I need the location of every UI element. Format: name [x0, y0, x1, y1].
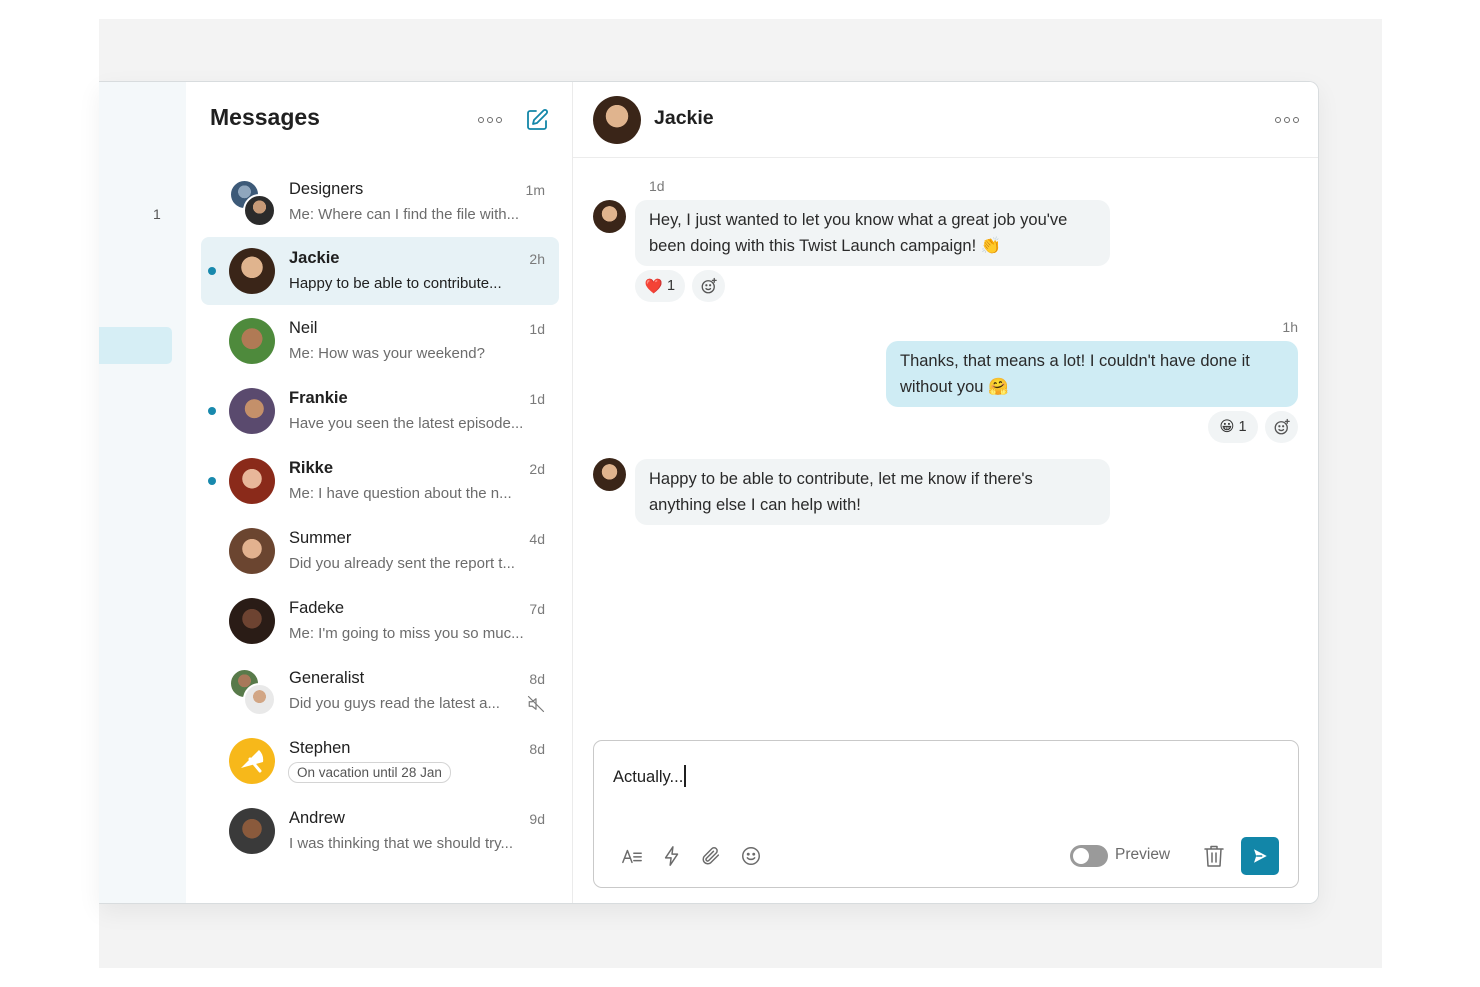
- conversation-preview: Me: How was your weekend?: [289, 345, 485, 362]
- nav-unread-count: 1: [153, 206, 161, 222]
- app-window: 1 Messages Designers 1m Me: Where can I …: [99, 81, 1319, 904]
- preview-label: Preview: [1115, 846, 1171, 863]
- message-composer[interactable]: Actually... Preview: [593, 740, 1299, 888]
- preview-toggle[interactable]: [1070, 845, 1108, 867]
- group-avatar: [229, 179, 277, 227]
- conversation-time: 2d: [529, 461, 545, 477]
- message-bubble: Hey, I just wanted to let you know what …: [635, 200, 1110, 266]
- compose-icon[interactable]: [525, 108, 549, 132]
- message-timestamp: 1h: [1282, 319, 1298, 335]
- lightning-icon[interactable]: [661, 845, 683, 867]
- avatar: [229, 528, 275, 574]
- avatar: [593, 200, 626, 233]
- send-button[interactable]: [1241, 837, 1279, 875]
- conversation-preview: Did you already sent the report t...: [289, 555, 515, 572]
- conversation-item[interactable]: Stephen 8d On vacation until 28 Jan: [201, 727, 559, 795]
- conversation-name: Andrew: [289, 809, 345, 827]
- messages-panel: Messages Designers 1m Me: Where can I fi…: [186, 82, 573, 903]
- send-icon: [1254, 849, 1267, 863]
- conversation-name: Fadeke: [289, 599, 345, 617]
- conversation-item[interactable]: Rikke 2d Me: I have question about the n…: [201, 447, 559, 515]
- conversation-time: 4d: [529, 531, 545, 547]
- conversation-item[interactable]: Generalist 8d Did you guys read the late…: [201, 657, 559, 725]
- conversation-item[interactable]: Andrew 9d I was thinking that we should …: [201, 797, 559, 865]
- composer-input[interactable]: Actually...: [613, 765, 686, 787]
- text-format-icon[interactable]: [621, 845, 643, 867]
- conversation-time: 8d: [529, 671, 545, 687]
- conversation-preview: Me: Where can I find the file with...: [289, 206, 520, 223]
- chat-header: Jackie: [573, 82, 1318, 158]
- more-options-button[interactable]: [478, 117, 502, 123]
- conversation-preview: Me: I have question about the n...: [289, 485, 512, 502]
- avatar: [229, 458, 275, 504]
- avatar: [229, 738, 275, 784]
- unread-dot: [208, 477, 216, 485]
- conversation-preview: I was thinking that we should try...: [289, 835, 513, 852]
- chat-options-button[interactable]: [1275, 117, 1299, 123]
- mute-icon: [527, 695, 545, 713]
- conversation-preview: Me: I'm going to miss you so muc...: [289, 625, 524, 642]
- reaction-button[interactable]: 😀 1: [1208, 411, 1258, 443]
- text-caret: [684, 765, 686, 787]
- conversation-item[interactable]: Summer 4d Did you already sent the repor…: [201, 517, 559, 585]
- conversation-name: Rikke: [289, 459, 334, 477]
- conversation-time: 1m: [525, 182, 545, 198]
- conversation-time: 2h: [529, 251, 545, 267]
- chat-panel: Jackie 1d Hey, I just wanted to let you …: [573, 82, 1318, 903]
- conversation-name: Neil: [289, 319, 318, 337]
- add-reaction-button[interactable]: [692, 270, 725, 302]
- unread-dot: [208, 267, 216, 275]
- unread-dot: [208, 407, 216, 415]
- reaction-emoji: ❤️: [644, 278, 663, 295]
- message-bubble: Happy to be able to contribute, let me k…: [635, 459, 1110, 525]
- conversation-item[interactable]: Neil 1d Me: How was your weekend?: [201, 307, 559, 375]
- conversation-time: 9d: [529, 811, 545, 827]
- avatar: [229, 808, 275, 854]
- attachment-icon[interactable]: [700, 845, 722, 867]
- conversation-name: Generalist: [289, 669, 365, 687]
- avatar: [229, 318, 275, 364]
- conversation-item[interactable]: Fadeke 7d Me: I'm going to miss you so m…: [201, 587, 559, 655]
- reaction-button[interactable]: ❤️ 1: [635, 270, 685, 302]
- avatar: [229, 388, 275, 434]
- conversation-item[interactable]: Frankie 1d Have you seen the latest epis…: [201, 377, 559, 445]
- conversation-time: 7d: [529, 601, 545, 617]
- emoji-icon[interactable]: [740, 845, 762, 867]
- nav-item-active[interactable]: [99, 327, 172, 364]
- conversation-name: Summer: [289, 529, 352, 547]
- reaction-count: 1: [666, 278, 676, 294]
- conversation-name: Jackie: [289, 249, 340, 267]
- message-timestamp: 1d: [649, 178, 665, 194]
- reaction-count: 1: [1238, 419, 1247, 435]
- conversation-time: 1d: [529, 321, 545, 337]
- add-reaction-button[interactable]: [1265, 411, 1298, 443]
- umbrella-icon: [241, 750, 264, 773]
- conversation-name: Designers: [289, 180, 364, 198]
- composer-value: Actually...: [613, 768, 684, 786]
- status-badge: On vacation until 28 Jan: [288, 762, 451, 783]
- trash-icon[interactable]: [1203, 844, 1225, 868]
- conversation-preview: Did you guys read the latest a...: [289, 695, 500, 712]
- chat-title: Jackie: [654, 107, 714, 129]
- conversation-preview: Have you seen the latest episode...: [289, 415, 524, 432]
- conversation-preview: Happy to be able to contribute...: [289, 275, 502, 292]
- messages-header: Messages: [186, 82, 572, 158]
- message-bubble-own: Thanks, that means a lot! I couldn't hav…: [886, 341, 1298, 407]
- conversation-item-active[interactable]: Jackie 2h Happy to be able to contribute…: [201, 237, 559, 305]
- avatar: [229, 248, 275, 294]
- nav-sidebar: 1: [99, 82, 186, 903]
- conversation-time: 8d: [529, 741, 545, 757]
- add-emoji-icon: [701, 277, 717, 294]
- avatar: [229, 598, 275, 644]
- messages-title: Messages: [210, 104, 320, 130]
- reaction-emoji: 😀: [1219, 419, 1235, 435]
- conversation-item[interactable]: Designers 1m Me: Where can I find the fi…: [201, 168, 559, 236]
- conversation-name: Frankie: [289, 389, 348, 407]
- add-emoji-icon: [1274, 418, 1290, 435]
- conversation-name: Stephen: [289, 739, 351, 757]
- avatar: [593, 458, 626, 491]
- avatar[interactable]: [593, 96, 641, 144]
- group-avatar: [229, 668, 277, 716]
- conversation-time: 1d: [529, 391, 545, 407]
